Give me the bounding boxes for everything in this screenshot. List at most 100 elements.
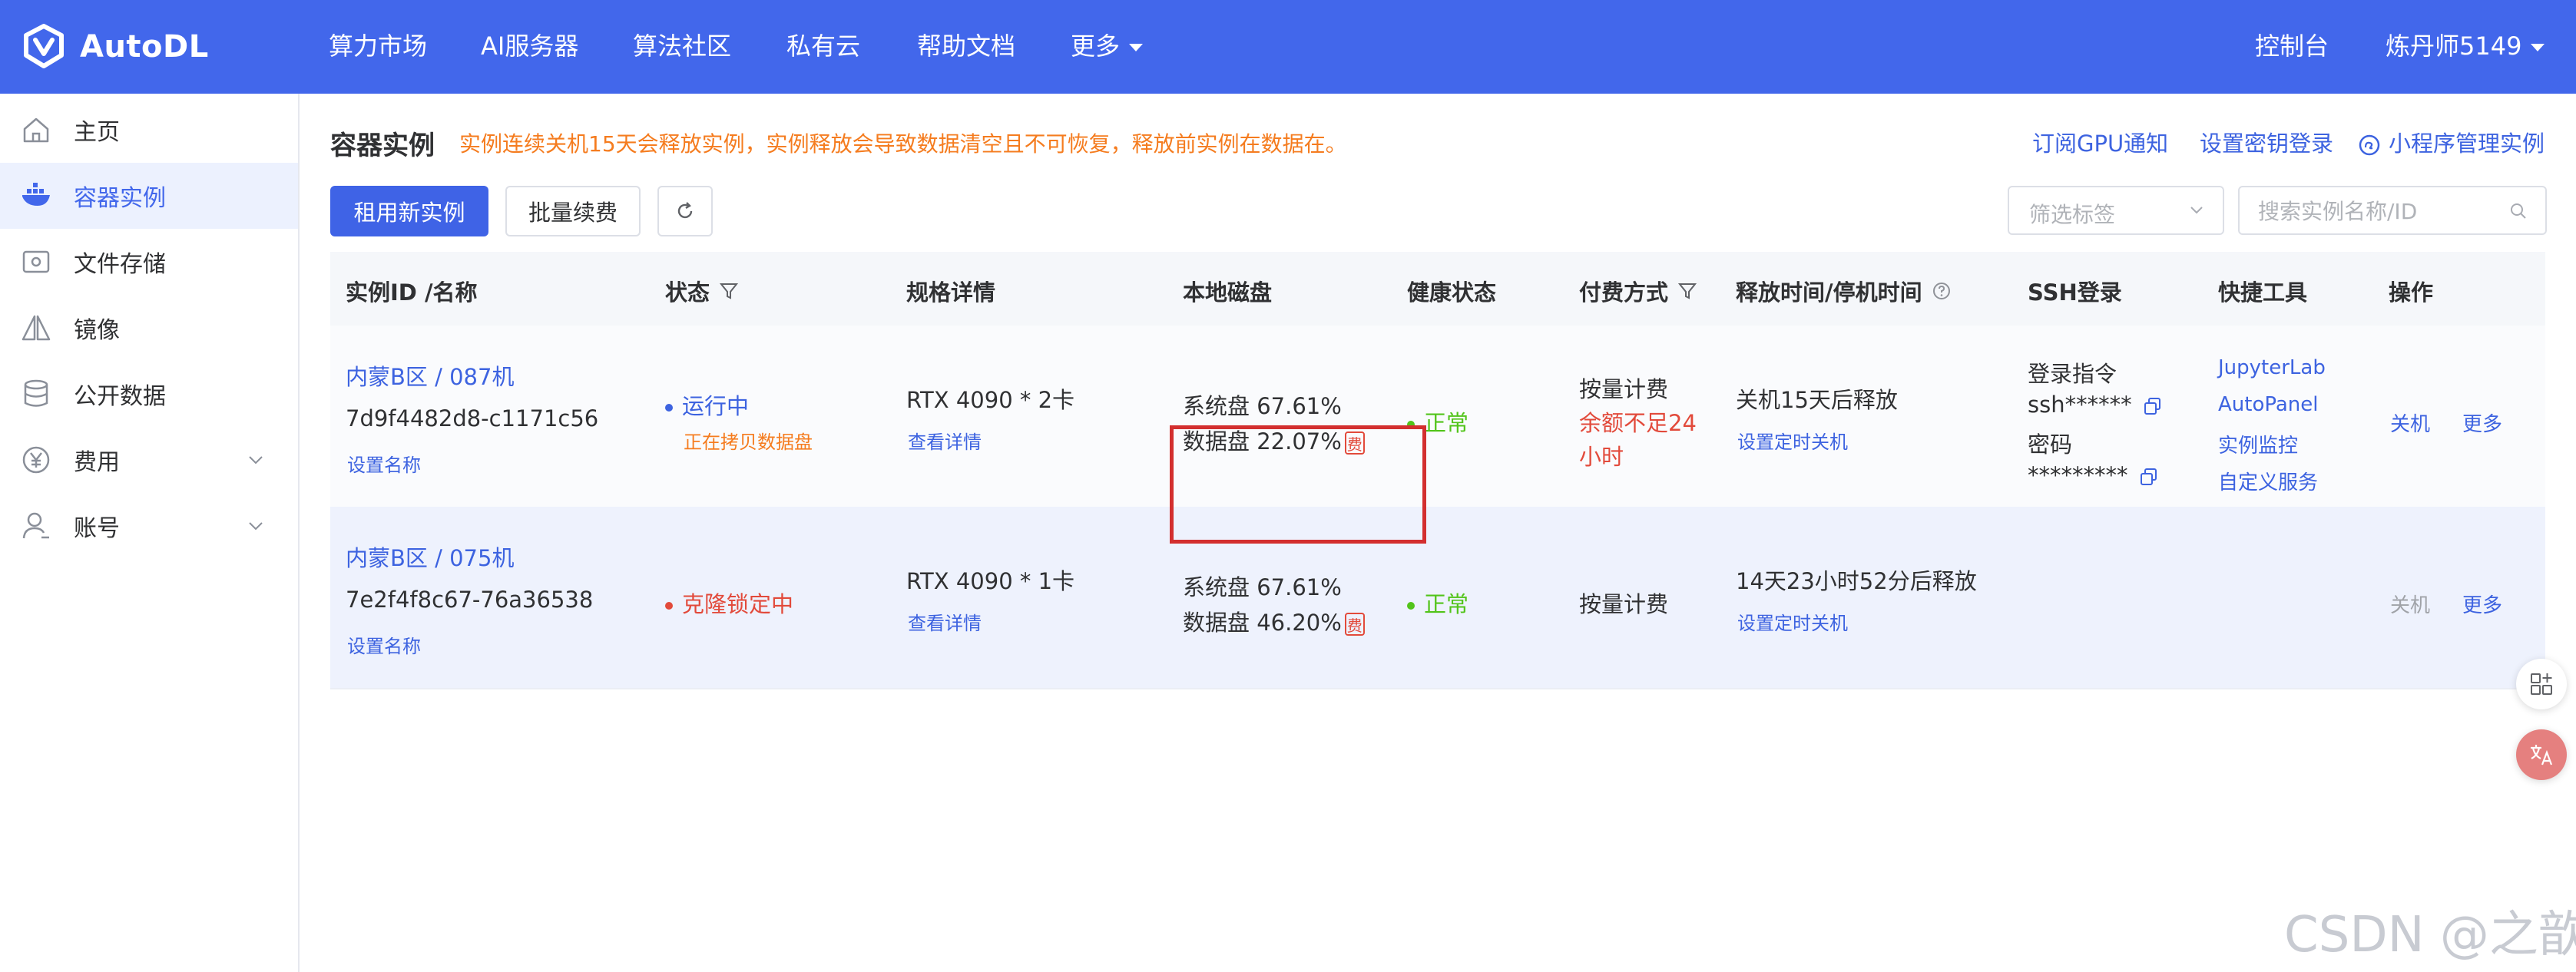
filter-icon [719,283,739,299]
nav-compute-market[interactable]: 算力市场 [329,29,427,63]
nav-more[interactable]: 更多 [1071,29,1144,63]
translate-float-button[interactable] [2516,729,2567,780]
release-text: 关机15天后释放 [1736,387,1898,413]
table-row: 内蒙B区 / 087机 7d9f4482d8-c1171c56 设置名称 运行中… [330,326,2545,508]
schedule-shutdown-link[interactable]: 设置定时关机 [1737,427,1848,454]
tool-custom-service[interactable]: 自定义服务 [2218,467,2318,495]
copy-icon[interactable] [2139,467,2159,487]
col-release-time: 释放时间/停机时间 [1736,275,1952,307]
sidebar-item-label: 费用 [74,449,120,476]
nav-help-docs[interactable]: 帮助文档 [917,29,1015,63]
ssh-command: ssh****** [2028,392,2163,418]
col-status[interactable]: 状态 [665,275,739,307]
subscribe-gpu-link[interactable]: 订阅GPU通知 [2032,126,2168,158]
tag-filter-select[interactable]: 筛选标签 [2008,186,2224,235]
caret-down-icon [2531,44,2545,51]
image-icon [22,315,51,341]
csdn-watermark: CSDN @之歆 [2284,907,2576,964]
help-icon[interactable] [1932,281,1952,301]
fee-badge[interactable]: 费 [1344,613,1365,636]
tool-jupyterlab[interactable]: JupyterLab [2218,356,2326,379]
tag-filter-placeholder: 筛选标签 [2029,202,2116,227]
status-text: 运行中 [682,393,750,419]
copy-icon[interactable] [2143,396,2163,416]
miniprogram-link[interactable]: 小程序管理实例 [2358,126,2545,158]
user-menu[interactable]: 炼丹师5149 [2386,29,2545,63]
sidebar-item-label: 账号 [74,515,120,542]
shutdown-button[interactable]: 关机 [2390,408,2430,437]
user-icon [22,512,49,539]
release-warning: 实例连续关机15天会释放实例，实例释放会导致数据清空且不可恢复，释放前实例在数据… [459,131,1347,157]
sidebar-item-storage[interactable]: 文件存储 [0,229,298,295]
status-text: 克隆锁定中 [682,591,794,617]
ssh-password-value: ********* [2028,462,2128,488]
search-input[interactable] [2256,193,2505,229]
status-dot [665,602,673,610]
set-name-link[interactable]: 设置名称 [347,631,421,658]
more-actions-button[interactable]: 更多 [2462,590,2502,618]
col-billing[interactable]: 付费方式 [1579,275,1697,307]
sidebar-item-label: 公开数据 [74,383,166,410]
sidebar-item-home[interactable]: 主页 [0,97,298,163]
view-details-link[interactable]: 查看详情 [908,608,982,635]
billing-type: 按量计费 [1579,591,1669,617]
status-clone-locked: 克隆锁定中 [665,587,793,619]
shutdown-button-disabled[interactable]: 关机 [2390,590,2430,618]
nav-private-cloud[interactable]: 私有云 [786,29,860,63]
storage-icon [22,250,50,273]
schedule-shutdown-link[interactable]: 设置定时关机 [1737,608,1848,635]
table-header: 实例ID /名称 状态 规格详情 本地磁盘 健康状态 付费方式 释放时间/停机时… [330,252,2545,327]
col-tools: 快捷工具 [2218,279,2308,306]
nav-algorithm-community[interactable]: 算法社区 [633,29,731,63]
health-text: 正常 [1424,410,1469,436]
balance-warning-line2: 小时 [1579,444,1624,470]
translate-icon [2531,745,2553,765]
col-spec: 规格详情 [906,279,996,306]
tool-monitor[interactable]: 实例监控 [2218,430,2298,458]
chevron-down-icon [249,522,263,531]
highlight-annotation-box [1170,425,1426,544]
rent-new-instance-button[interactable]: 租用新实例 [330,186,488,236]
data-disk-usage: 数据盘 46.20% 费 [1183,605,1365,637]
instance-id: 7e2f4f8c67-76a36538 [346,587,594,613]
col-status-label: 状态 [665,279,710,306]
app-grid-icon [2531,673,2552,695]
instance-region[interactable]: 内蒙B区 / 087机 [346,359,514,392]
key-login-link[interactable]: 设置密钥登录 [2200,126,2333,158]
chevron-down-icon [249,456,263,465]
refresh-button[interactable] [657,186,713,236]
sidebar-item-containers[interactable]: 容器实例 [0,163,298,229]
autodl-logo-icon [24,24,64,68]
view-details-link[interactable]: 查看详情 [908,427,982,454]
col-release-label: 释放时间/停机时间 [1736,279,1922,306]
miniprogram-icon [2359,134,2380,156]
brand-name: AutoDL [80,29,209,64]
database-icon [24,379,48,407]
page-title: 容器实例 [330,131,435,161]
col-billing-label: 付费方式 [1579,279,1669,306]
brand-logo[interactable]: AutoDL [20,23,209,71]
main-content: 容器实例 实例连续关机15天会释放实例，实例释放会导致数据清空且不可恢复，释放前… [300,94,2576,972]
col-health: 健康状态 [1407,279,1497,306]
instance-search[interactable] [2238,186,2547,235]
sidebar-item-billing[interactable]: 费用 [0,427,298,493]
app-grid-float-button[interactable] [2516,659,2567,709]
nav-more-label: 更多 [1071,31,1121,61]
batch-renew-button[interactable]: 批量续费 [505,186,641,236]
sidebar-item-account[interactable]: 账号 [0,493,298,559]
sidebar-item-label: 容器实例 [74,185,166,212]
filter-icon [1677,283,1697,299]
sidebar-item-public-data[interactable]: 公开数据 [0,361,298,427]
sidebar-item-images[interactable]: 镜像 [0,295,298,361]
nav-ai-server[interactable]: AI服务器 [481,29,578,63]
spec-text: RTX 4090 * 2卡 [906,387,1075,413]
col-ssh: SSH登录 [2028,279,2122,306]
more-actions-button[interactable]: 更多 [2462,408,2502,437]
caret-down-icon [1129,44,1144,51]
ssh-command-value: ssh****** [2028,392,2132,418]
tool-autopanel[interactable]: AutoPanel [2218,393,2319,416]
nav-console[interactable]: 控制台 [2255,29,2329,63]
instance-region[interactable]: 内蒙B区 / 075机 [346,541,514,573]
release-text: 14天23小时52分后释放 [1736,568,1977,594]
set-name-link[interactable]: 设置名称 [347,450,421,477]
